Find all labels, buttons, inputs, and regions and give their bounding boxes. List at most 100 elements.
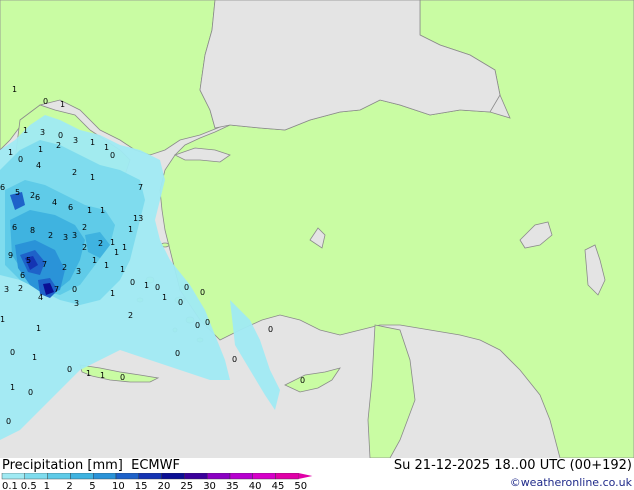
map-label: 1 xyxy=(104,143,109,152)
legend-tick: 2 xyxy=(66,481,72,490)
map-label: 1 xyxy=(128,225,133,234)
map-label: 1 xyxy=(8,148,13,157)
legend-swatch xyxy=(206,473,231,480)
legend-tick: 45 xyxy=(272,481,285,490)
legend-tick: 0.5 xyxy=(21,481,37,490)
legend-tick: 20 xyxy=(158,481,171,490)
map-label: 1 xyxy=(38,145,43,154)
legend-swatch xyxy=(229,473,253,480)
legend-arrow xyxy=(298,473,313,479)
map-label: 0 xyxy=(184,283,189,292)
map-label: 8 xyxy=(30,226,35,235)
product-title: Precipitation [mm] ECMWF xyxy=(2,459,180,473)
map-label: 5 xyxy=(15,188,20,197)
map-label: 4 xyxy=(52,198,57,207)
map-label: 7 xyxy=(42,260,47,269)
model-name: ECMWF xyxy=(131,458,180,473)
legend-tick: 30 xyxy=(203,481,216,490)
map-label: 1 xyxy=(36,324,41,333)
map-label: 1 xyxy=(23,126,28,135)
credit-link[interactable]: ©weatheronline.co.uk xyxy=(510,476,632,489)
map-label: 1 xyxy=(90,138,95,147)
map-label: 4 xyxy=(36,161,41,170)
map-label: 2 xyxy=(82,223,87,232)
map-label: 2 xyxy=(82,243,87,252)
map-label: 0 xyxy=(18,155,23,164)
legend-swatch xyxy=(252,473,276,480)
map-label: 0 xyxy=(6,417,11,426)
map-label: 1 xyxy=(114,248,119,257)
map-label: 6 xyxy=(35,193,40,202)
map-label: 1 xyxy=(100,206,105,215)
legend-swatch xyxy=(1,473,25,480)
legend-swatch xyxy=(184,473,208,480)
map-label: 0 xyxy=(300,376,305,385)
map-label: 3 xyxy=(72,231,77,240)
map-label: 3 xyxy=(40,128,45,137)
map-label: 13 xyxy=(133,214,143,223)
map-label: 4 xyxy=(38,293,43,302)
map-label: 3 xyxy=(74,299,79,308)
map-label: 0 xyxy=(200,288,205,297)
map-label: 3 xyxy=(4,285,9,294)
map-label: 1 xyxy=(110,289,115,298)
legend-tick: 40 xyxy=(249,481,262,490)
map-label: 1 xyxy=(110,238,115,247)
map-label: 0 xyxy=(120,373,125,382)
legend-swatch xyxy=(92,473,117,480)
legend-ticks: 0.1 0.5 1 2 5 10 15 20 25 30 35 40 45 50 xyxy=(2,481,307,490)
map-label: 6 xyxy=(20,271,25,280)
map-label: 1 xyxy=(162,293,167,302)
precipitation-legend: 0.1 0.5 1 2 5 10 15 20 25 30 35 40 45 50 xyxy=(1,473,313,490)
map-label: 2 xyxy=(62,263,67,272)
product-label: Precipitation [mm] xyxy=(2,458,123,473)
map-label: 6 xyxy=(0,183,5,192)
map-label: 0 xyxy=(43,97,48,106)
map-label: 2 xyxy=(48,231,53,240)
map-label: 0 xyxy=(195,321,200,330)
map-label: 0 xyxy=(232,355,237,364)
legend-swatch xyxy=(275,473,299,480)
map-label: 0 xyxy=(10,348,15,357)
valid-time: Su 21-12-2025 18..00 UTC (00+192) xyxy=(393,458,632,473)
legend-swatch xyxy=(47,473,71,480)
map-label: 1 xyxy=(90,173,95,182)
map-label: 6 xyxy=(68,203,73,212)
map-label: 0 xyxy=(205,318,210,327)
map-footer: Precipitation [mm] ECMWF Su 21-12-2025 1… xyxy=(0,458,634,490)
map-label: 1 xyxy=(92,256,97,265)
map-label: 1 xyxy=(32,353,37,362)
map-label: 2 xyxy=(128,311,133,320)
map-label: 1 xyxy=(12,85,17,94)
legend-tick: 5 xyxy=(89,481,95,490)
map-label: 5 xyxy=(26,256,31,265)
map-label: 3 xyxy=(73,136,78,145)
map-label: 1 xyxy=(87,206,92,215)
map-label: 7 xyxy=(54,285,59,294)
map-label: 0 xyxy=(58,131,63,140)
legend-tick: 10 xyxy=(112,481,125,490)
map-label: 1 xyxy=(120,265,125,274)
map-label: 0 xyxy=(72,285,77,294)
legend-tick: 1 xyxy=(44,481,50,490)
map-label: 0 xyxy=(110,151,115,160)
map-label: 0 xyxy=(175,349,180,358)
map-label: 1 xyxy=(0,315,5,324)
map-label: 0 xyxy=(28,388,33,397)
map-label: 2 xyxy=(98,239,103,248)
legend-tick: 25 xyxy=(180,481,193,490)
legend-tick: 15 xyxy=(135,481,148,490)
legend-swatch xyxy=(115,473,139,480)
map-label: 7 xyxy=(138,183,143,192)
map-label: 1 xyxy=(100,371,105,380)
map-label: 3 xyxy=(63,233,68,242)
map-label: 3 xyxy=(76,267,81,276)
map-label: 1 xyxy=(10,383,15,392)
map-label: 1 xyxy=(104,261,109,270)
legend-tick: 0.1 xyxy=(2,481,18,490)
legend-swatch xyxy=(138,473,162,480)
map-label: 9 xyxy=(8,251,13,260)
map-label: 0 xyxy=(67,365,72,374)
map-label: 2 xyxy=(56,141,61,150)
legend-swatch xyxy=(161,473,185,480)
